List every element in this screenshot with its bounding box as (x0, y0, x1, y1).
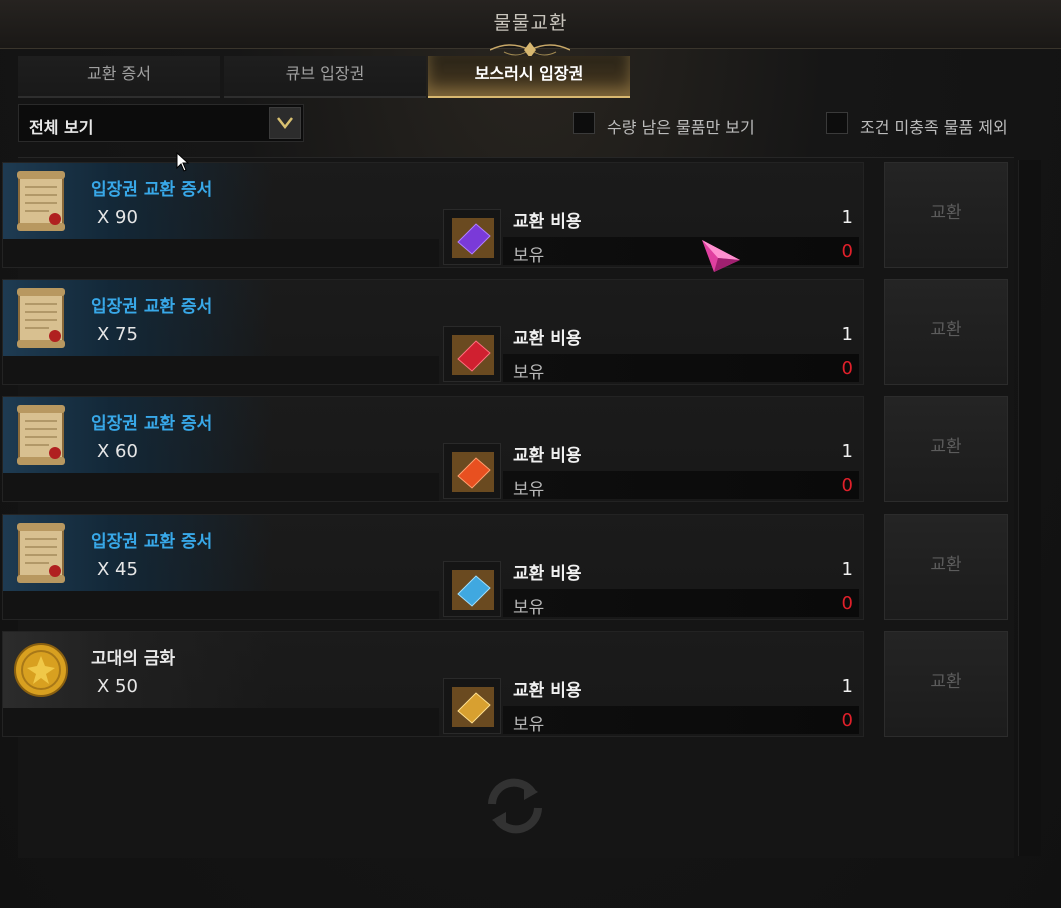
purple-ticket-icon (452, 218, 494, 258)
cost-label: 교환 비용 (513, 329, 582, 349)
tab-cube-ticket[interactable]: 큐브 입장권 (224, 56, 426, 98)
item-name: 입장권 교환 증서 (91, 180, 213, 200)
window-title: 물물교환 (493, 12, 568, 34)
cost-amount: 1 (841, 559, 853, 580)
item-quantity: X 90 (97, 207, 138, 228)
row-footer (3, 473, 439, 501)
owned-strip (503, 589, 859, 617)
owned-amount: 0 (841, 241, 853, 262)
view-filter-dropdown[interactable]: 전체 보기 (18, 104, 304, 142)
owned-amount: 0 (841, 593, 853, 614)
owned-amount: 0 (841, 358, 853, 379)
chevron-down-icon (277, 117, 293, 130)
barter-window: 물물교환 교환 증서 큐브 입장권 보스러시 입장권 전체 보기 수량 남은 물… (0, 0, 1061, 908)
exchange-button[interactable]: 교환 (884, 162, 1008, 268)
cost-amount: 1 (841, 324, 853, 345)
tab-exchange-certificate[interactable]: 교환 증서 (18, 56, 220, 98)
cost-label: 교환 비용 (513, 564, 582, 584)
refresh-icon (488, 778, 542, 834)
cost-amount: 1 (841, 676, 853, 697)
row-footer (3, 239, 439, 267)
owned-label: 보유 (513, 246, 545, 266)
filter-bar: 전체 보기 수량 남은 물품만 보기 조건 미충족 물품 제외 (18, 104, 1058, 146)
cost-item-slot[interactable] (443, 561, 501, 617)
item-name: 고대의 금화 (91, 649, 176, 669)
cost-label: 교환 비용 (513, 446, 582, 466)
scroll-icon (17, 523, 65, 583)
gold-ticket-icon (452, 687, 494, 727)
list-scrollbar[interactable] (1018, 160, 1041, 856)
pink-gem-pointer-icon (702, 240, 740, 272)
scroll-icon (17, 171, 65, 231)
exchange-button[interactable]: 교환 (884, 631, 1008, 737)
tab-boss-rush-ticket[interactable]: 보스러시 입장권 (428, 56, 630, 98)
row-footer (3, 708, 439, 736)
item-name: 입장권 교환 증서 (91, 532, 213, 552)
row-footer (3, 591, 439, 619)
owned-label: 보유 (513, 480, 545, 500)
item-quantity: X 50 (97, 676, 138, 697)
item-quantity: X 60 (97, 441, 138, 462)
exchange-button[interactable]: 교환 (884, 396, 1008, 502)
item-name: 입장권 교환 증서 (91, 414, 213, 434)
gold-coin-icon (14, 643, 68, 697)
remaining-only-label: 수량 남은 물품만 보기 (607, 118, 755, 137)
list-item: 입장권 교환 증서 X 45 교환 비용 1 보유 0 (2, 514, 864, 620)
owned-strip (503, 237, 859, 265)
cost-item-slot[interactable] (443, 678, 501, 734)
title-bar: 물물교환 (0, 0, 1061, 58)
cost-amount: 1 (841, 207, 853, 228)
list-item: 입장권 교환 증서 X 60 교환 비용 1 보유 0 (2, 396, 864, 502)
item-name: 입장권 교환 증서 (91, 297, 213, 317)
cost-item-slot[interactable] (443, 209, 501, 265)
cost-label: 교환 비용 (513, 212, 582, 232)
owned-amount: 0 (841, 710, 853, 731)
list-item: 입장권 교환 증서 X 75 교환 비용 1 보유 0 (2, 279, 864, 385)
owned-label: 보유 (513, 363, 545, 383)
item-quantity: X 45 (97, 559, 138, 580)
owned-strip (503, 471, 859, 499)
dropdown-value: 전체 보기 (29, 118, 94, 137)
scroll-icon (17, 405, 65, 465)
owned-strip (503, 706, 859, 734)
item-quantity: X 75 (97, 324, 138, 345)
dropdown-toggle-button[interactable] (269, 107, 301, 139)
row-footer (3, 356, 439, 384)
tab-bar: 교환 증서 큐브 입장권 보스러시 입장권 (18, 56, 1058, 98)
owned-label: 보유 (513, 715, 545, 735)
owned-label: 보유 (513, 598, 545, 618)
red-ticket-icon (452, 335, 494, 375)
owned-strip (503, 354, 859, 382)
exchange-button[interactable]: 교환 (884, 279, 1008, 385)
list-item: 고대의 금화 X 50 교환 비용 1 보유 0 (2, 631, 864, 737)
owned-amount: 0 (841, 475, 853, 496)
cost-label: 교환 비용 (513, 681, 582, 701)
mouse-cursor-icon (176, 152, 190, 172)
cost-item-slot[interactable] (443, 326, 501, 382)
blue-ticket-icon (452, 570, 494, 610)
exclude-unmet-checkbox[interactable] (826, 112, 848, 134)
scroll-icon (17, 288, 65, 348)
exchange-button[interactable]: 교환 (884, 514, 1008, 620)
exclude-unmet-label: 조건 미충족 물품 제외 (860, 118, 1008, 137)
cost-amount: 1 (841, 441, 853, 462)
remaining-only-checkbox[interactable] (573, 112, 595, 134)
orange-ticket-icon (452, 452, 494, 492)
cost-item-slot[interactable] (443, 443, 501, 499)
